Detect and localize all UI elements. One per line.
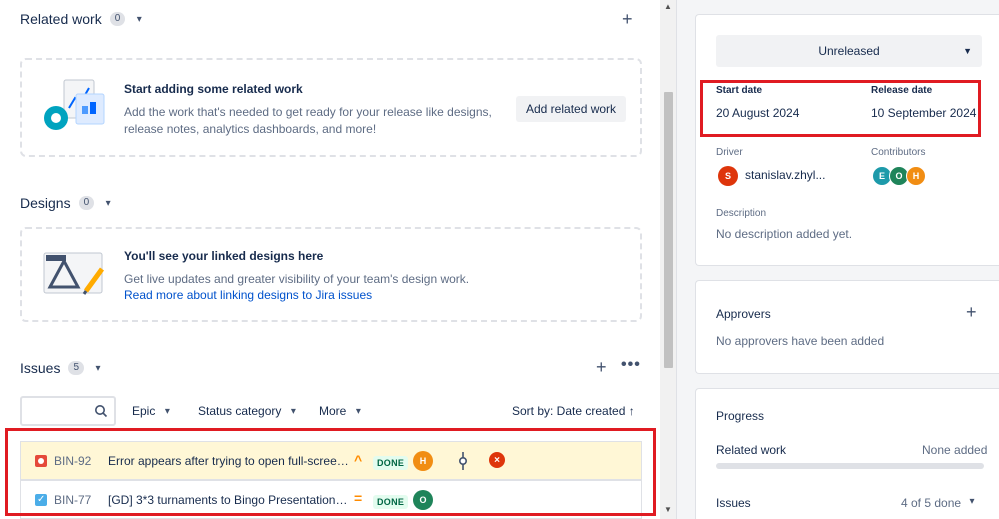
sort-button[interactable]: Sort by: Date created ↑ <box>512 404 635 418</box>
related-work-progress-label: Related work <box>716 443 787 457</box>
status-category-filter[interactable]: Status category ▾ <box>198 404 299 418</box>
issues-progress-label: Issues <box>716 496 751 510</box>
chevron-down-icon: ▼ <box>963 46 972 56</box>
more-filter-label: More <box>319 404 347 418</box>
chevron-down-icon[interactable]: ▾ <box>966 496 978 507</box>
arrow-up-icon: ↑ <box>628 404 635 418</box>
add-related-work-button[interactable]: Add related work <box>516 96 627 122</box>
approvers-empty-text: No approvers have been added <box>716 334 885 348</box>
release-details-sidebar: Unreleased ▼ Start date 20 August 2024 R… <box>676 0 999 519</box>
description-value[interactable]: No description added yet. <box>716 227 852 241</box>
driver-label: Driver <box>716 147 743 158</box>
progress-panel: Progress Related work None added Issues … <box>695 388 999 519</box>
scroll-down-arrow-icon[interactable]: ▼ <box>664 505 672 514</box>
related-work-illustration-icon <box>44 79 105 130</box>
add-issue-plus-icon[interactable]: + <box>596 358 607 376</box>
chevron-down-icon[interactable]: ▾ <box>102 198 114 209</box>
designs-read-more-link[interactable]: Read more about linking designs to Jira … <box>124 288 372 302</box>
description-label: Description <box>716 208 767 219</box>
scroll-up-arrow-icon[interactable]: ▲ <box>664 2 672 11</box>
related-work-progress-value: None added <box>922 443 988 457</box>
issues-count: 5 <box>68 361 85 375</box>
designs-illustration-icon <box>43 252 105 295</box>
designs-empty-card: You'll see your linked designs here Get … <box>20 227 642 322</box>
designs-header: Designs 0 ▾ <box>20 195 114 211</box>
sort-label: Sort by: Date created <box>512 404 626 418</box>
designs-count: 0 <box>78 196 95 210</box>
related-work-title: Related work <box>20 11 102 27</box>
related-work-card-desc-1: Add the work that's needed to get ready … <box>124 105 492 119</box>
search-icon <box>95 405 108 418</box>
dates-highlight-frame <box>700 80 981 137</box>
progress-title: Progress <box>716 409 765 423</box>
related-work-header: Related work 0 ▾ <box>20 11 145 27</box>
issues-progress-value[interactable]: 4 of 5 done <box>901 496 961 510</box>
driver-avatar: S <box>718 166 738 186</box>
chevron-down-icon: ▾ <box>355 405 361 417</box>
designs-card-desc: Get live updates and greater visibility … <box>124 272 470 286</box>
issues-title: Issues <box>20 360 61 376</box>
status-category-filter-label: Status category <box>198 404 282 418</box>
release-status-value: Unreleased <box>818 44 880 58</box>
more-icon[interactable]: ••• <box>621 356 641 374</box>
driver-name[interactable]: stanislav.zhyl... <box>745 168 825 182</box>
chevron-down-icon: ▾ <box>290 405 296 417</box>
release-status-select[interactable]: Unreleased ▼ <box>716 35 982 67</box>
more-filter[interactable]: More ▾ <box>319 404 364 418</box>
related-work-card-desc-2: release notes, analytics dashboards, and… <box>124 122 377 136</box>
contributors-label: Contributors <box>871 147 926 158</box>
add-approver-plus-icon[interactable]: + <box>966 303 977 321</box>
chevron-down-icon[interactable]: ▾ <box>92 363 104 374</box>
epic-filter-label: Epic <box>132 404 156 418</box>
add-related-work-plus-icon[interactable]: + <box>622 10 633 28</box>
scrollbar-thumb[interactable] <box>664 92 673 368</box>
approvers-title: Approvers <box>716 307 771 321</box>
release-main-content: Related work 0 ▾ + Start adding some rel… <box>0 0 676 519</box>
chevron-down-icon: ▾ <box>164 405 170 417</box>
related-work-empty-card: Start adding some related work Add the w… <box>20 58 642 157</box>
contributor-avatar[interactable]: H <box>906 166 926 186</box>
related-work-progress-bar <box>716 463 984 469</box>
issues-header: Issues 5 ▾ <box>20 360 104 376</box>
related-work-count: 0 <box>109 12 126 26</box>
issues-search-input[interactable] <box>20 396 116 426</box>
main-scrollbar[interactable]: ▲ ▼ <box>660 0 676 519</box>
issues-highlight-frame <box>5 428 656 516</box>
related-work-card-title: Start adding some related work <box>124 82 303 96</box>
chevron-down-icon[interactable]: ▾ <box>133 14 145 25</box>
approvers-panel: Approvers + No approvers have been added <box>695 280 999 374</box>
epic-filter[interactable]: Epic ▾ <box>132 404 173 418</box>
designs-title: Designs <box>20 195 71 211</box>
release-details-panel: Unreleased ▼ Start date 20 August 2024 R… <box>695 14 999 266</box>
designs-card-title: You'll see your linked designs here <box>124 249 324 263</box>
